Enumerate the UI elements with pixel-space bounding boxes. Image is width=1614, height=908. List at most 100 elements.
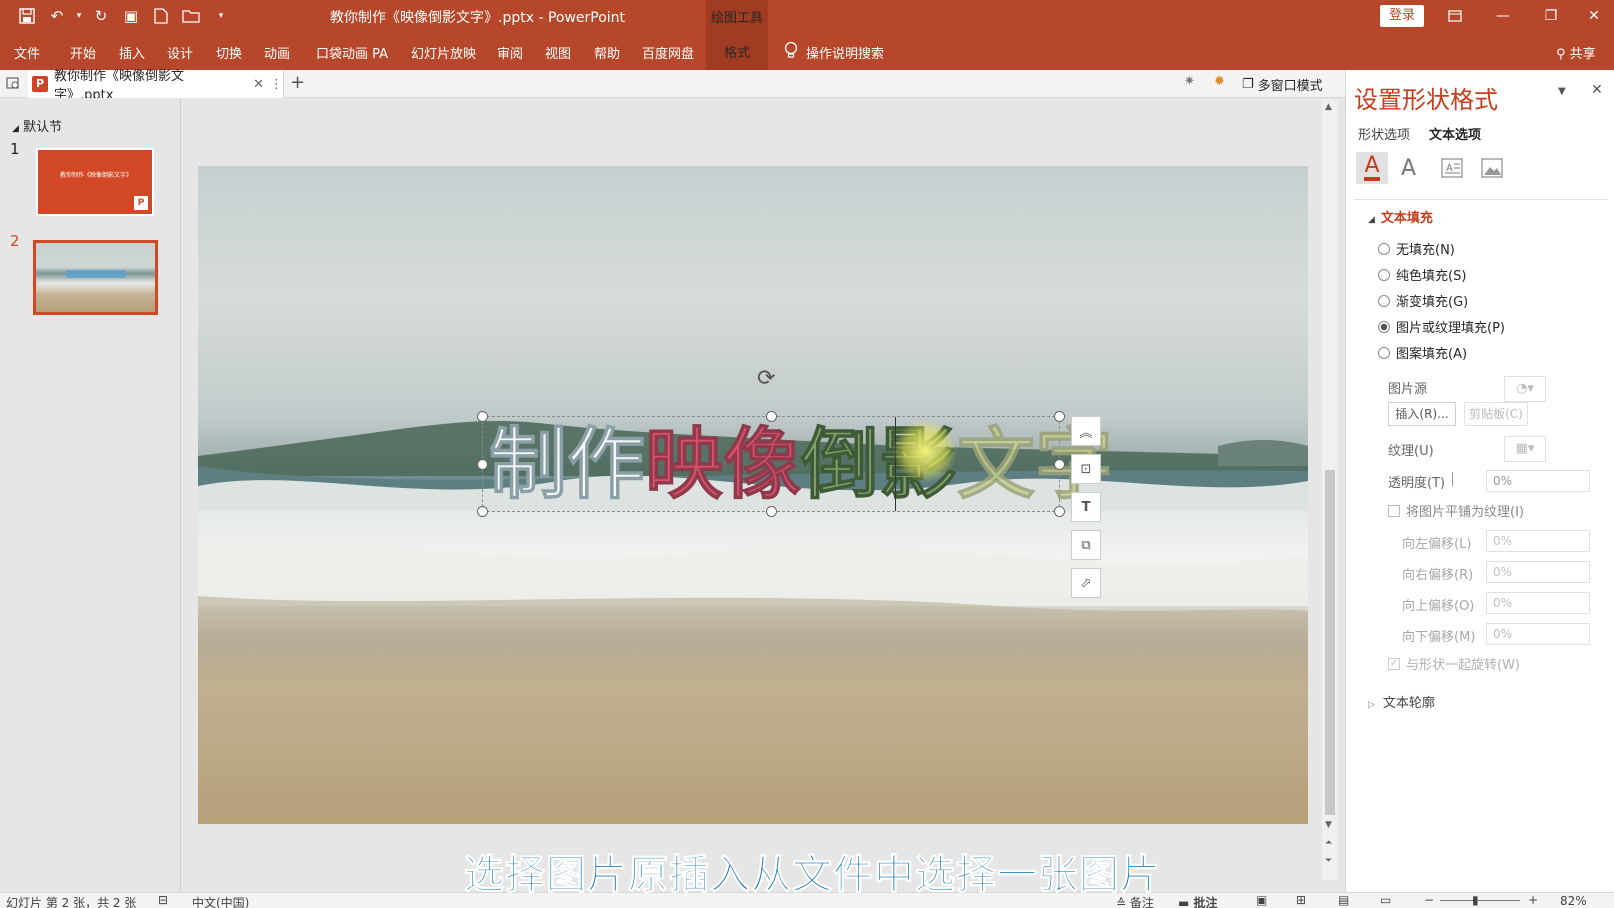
undo-icon[interactable]: ↶	[44, 6, 70, 26]
zoom-level[interactable]: 82%	[1560, 894, 1587, 908]
ribbon-display-icon[interactable]	[1432, 0, 1478, 32]
rotate-with-shape-row[interactable]: ✓ 与形状一起旋转(W)	[1388, 654, 1520, 673]
checkbox[interactable]	[1388, 504, 1400, 517]
text-style-icon[interactable]: T	[1071, 492, 1101, 522]
drawing-tools-context-tab[interactable]: 绘图工具 格式	[706, 0, 768, 70]
close-tab-icon[interactable]: ✕	[253, 77, 264, 92]
align-icon[interactable]: ⊡	[1071, 454, 1101, 484]
tab-pocket-animation[interactable]: 口袋动画 PA	[316, 43, 388, 62]
transparency-field[interactable]: 0%	[1486, 470, 1590, 492]
settings-gear-icon[interactable]: ✹	[1214, 74, 1225, 89]
open-folder-icon[interactable]	[178, 6, 204, 26]
document-tab[interactable]: P 教你制作《映像倒影文字》.pptx ✕ ⋮	[28, 69, 284, 103]
radio-button-selected[interactable]	[1378, 320, 1390, 333]
scroll-up-icon[interactable]: ▲	[1325, 102, 1332, 112]
tab-format[interactable]: 格式	[706, 42, 768, 61]
offset-left-field[interactable]: 0%	[1486, 530, 1590, 552]
clipboard-button[interactable]: 剪贴板(C)	[1464, 402, 1528, 426]
radio-button[interactable]	[1378, 346, 1390, 359]
radio-no-fill[interactable]: 无填充(N)	[1378, 239, 1455, 258]
text-fill-outline-icon[interactable]: A	[1356, 152, 1388, 184]
tab-shape-options[interactable]: 形状选项	[1358, 124, 1410, 143]
insert-picture-button[interactable]: 插入(R)...	[1388, 402, 1456, 426]
vertical-scrollbar[interactable]: ▲ ▼ ⏶ ⏷	[1322, 100, 1338, 880]
save-icon[interactable]	[14, 6, 40, 26]
multi-window-mode-button[interactable]: ❐ 多窗口模式	[1242, 75, 1323, 94]
slideshow-view-icon[interactable]: ▭	[1380, 893, 1391, 907]
slide-sorter-icon[interactable]: ⊞	[1296, 893, 1306, 907]
checkbox-checked[interactable]: ✓	[1388, 657, 1400, 670]
tab-help[interactable]: 帮助	[594, 43, 620, 62]
text-effects-icon[interactable]: A	[1401, 156, 1416, 181]
tab-animations[interactable]: 动画	[264, 43, 290, 62]
resize-handle-t[interactable]	[766, 411, 777, 422]
picture-icon[interactable]	[1481, 158, 1503, 182]
slide-canvas[interactable]: 制作映像倒影文字 ⟳ ︽ ⊡ T ⧉ ⬀	[198, 166, 1308, 824]
radio-button[interactable]	[1378, 268, 1390, 281]
resize-handle-br[interactable]	[1054, 506, 1065, 517]
pane-options-icon[interactable]: ▼	[1558, 86, 1566, 97]
tile-checkbox-row[interactable]: 将图片平铺为纹理(I)	[1388, 501, 1524, 520]
radio-pattern-fill[interactable]: 图案填充(A)	[1378, 343, 1467, 362]
resize-handle-b[interactable]	[766, 506, 777, 517]
chevron-down-icon[interactable]: ▾	[74, 6, 84, 26]
share-button[interactable]: ⚲ 共享	[1556, 43, 1596, 62]
zoom-out-icon[interactable]: −	[1424, 893, 1434, 907]
customize-toolbar-icon[interactable]: ▾	[208, 6, 234, 26]
resize-handle-l[interactable]	[477, 459, 488, 470]
previous-slide-icon[interactable]: ⏶	[1325, 838, 1332, 848]
texture-picker[interactable]: ▦▾	[1504, 436, 1546, 462]
next-slide-icon[interactable]: ⏷	[1325, 856, 1332, 866]
tab-home[interactable]: 开始	[70, 43, 96, 62]
offset-right-field[interactable]: 0%	[1486, 561, 1590, 583]
resize-handle-tr[interactable]	[1054, 411, 1065, 422]
radio-button[interactable]	[1378, 242, 1390, 255]
new-tab-icon[interactable]: +	[290, 72, 305, 93]
radio-button[interactable]	[1378, 294, 1390, 307]
tab-design[interactable]: 设计	[167, 43, 193, 62]
slide-thumbnail-1[interactable]: 教你制作《映像倒影文字》 P	[36, 148, 154, 216]
sparkle-icon[interactable]: ✷	[1184, 74, 1195, 89]
slide-thumbnail-2[interactable]	[33, 240, 158, 315]
radio-gradient-fill[interactable]: 渐变填充(G)	[1378, 291, 1468, 310]
tab-list-icon[interactable]	[6, 76, 20, 94]
normal-view-icon[interactable]: ▣	[1256, 893, 1267, 907]
presenter-icon[interactable]: ▣	[118, 6, 144, 26]
accessibility-icon[interactable]: ⊟	[158, 893, 168, 907]
tab-view[interactable]: 视图	[545, 43, 571, 62]
offset-bottom-field[interactable]: 0%	[1486, 623, 1590, 645]
resize-handle-bl[interactable]	[477, 506, 488, 517]
resize-handle-tl[interactable]	[477, 411, 488, 422]
comments-button[interactable]: ▬ 批注	[1178, 894, 1218, 908]
section-header[interactable]: ◢ 默认节	[12, 116, 62, 135]
text-box-selection[interactable]: 制作映像倒影文字	[477, 411, 1114, 517]
tab-insert[interactable]: 插入	[119, 43, 145, 62]
transparency-slider[interactable]	[1452, 472, 1482, 486]
tab-transitions[interactable]: 切换	[216, 43, 242, 62]
color-picker-icon[interactable]: ◔▾	[1504, 376, 1546, 402]
tell-me-search[interactable]: 操作说明搜索	[784, 41, 884, 63]
radio-picture-fill[interactable]: 图片或纹理填充(P)	[1378, 317, 1505, 336]
zoom-slider[interactable]	[1440, 900, 1520, 901]
restore-icon[interactable]: ❐	[1528, 0, 1574, 32]
tab-review[interactable]: 审阅	[497, 43, 523, 62]
scroll-down-icon[interactable]: ▼	[1325, 820, 1332, 830]
close-icon[interactable]: ✕	[1574, 0, 1614, 32]
language-indicator[interactable]: 中文(中国)	[192, 894, 249, 908]
minimize-icon[interactable]: —	[1480, 0, 1526, 32]
textbox-icon[interactable]: A	[1441, 158, 1463, 182]
offset-top-field[interactable]: 0%	[1486, 592, 1590, 614]
slide-title-text[interactable]: 制作映像倒影文字	[488, 421, 1113, 510]
shape-outline-icon[interactable]: ⬀	[1071, 568, 1101, 598]
text-fill-header[interactable]: ◢ 文本填充	[1368, 207, 1433, 226]
reading-view-icon[interactable]: ▤	[1338, 893, 1349, 907]
tab-slideshow[interactable]: 幻灯片放映	[411, 43, 476, 62]
zoom-in-icon[interactable]: +	[1528, 893, 1538, 907]
text-outline-header[interactable]: ▷ 文本轮廓	[1368, 692, 1435, 711]
tab-text-options[interactable]: 文本选项	[1429, 124, 1481, 143]
zoom-slider-thumb[interactable]: ▮	[1472, 893, 1479, 907]
redo-icon[interactable]: ↻	[88, 6, 114, 26]
login-button[interactable]: 登录	[1380, 5, 1424, 27]
radio-solid-fill[interactable]: 纯色填充(S)	[1378, 265, 1466, 284]
more-options-icon[interactable]: ⋮	[270, 77, 283, 92]
